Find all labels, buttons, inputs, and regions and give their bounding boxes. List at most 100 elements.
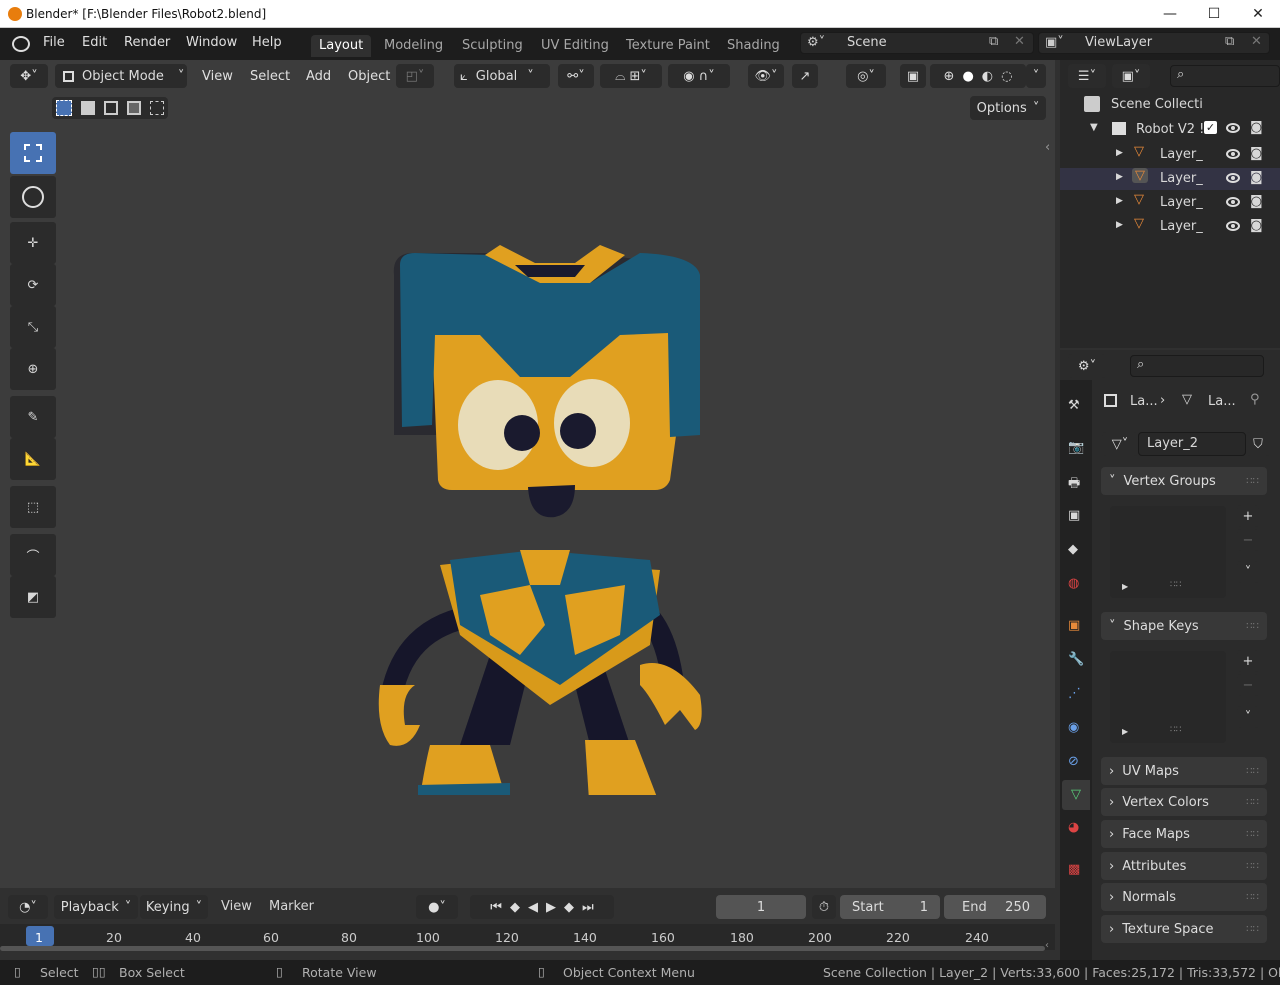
- material-shading-icon[interactable]: ◐: [982, 69, 993, 84]
- snapping-icon[interactable]: ⌓ ⊞˅: [600, 64, 662, 88]
- menu-render[interactable]: Render: [124, 35, 170, 50]
- menu-edit[interactable]: Edit: [82, 35, 107, 50]
- remove-scene-icon[interactable]: ✕: [1014, 34, 1025, 49]
- collection-label[interactable]: Robot V2 !: [1136, 122, 1204, 137]
- tab-layout[interactable]: Layout: [311, 35, 372, 57]
- tab-uv-editing[interactable]: UV Editing: [533, 35, 617, 57]
- jump-end-icon[interactable]: ⏭: [582, 900, 594, 915]
- new-viewlayer-icon[interactable]: ⧉: [1225, 34, 1234, 49]
- solid-shading-icon[interactable]: ●: [962, 69, 973, 84]
- world-tab-icon[interactable]: ◍: [1068, 576, 1079, 591]
- orientation-dropdown[interactable]: ⟀ Global ˅: [454, 64, 550, 88]
- menu-help[interactable]: Help: [252, 35, 282, 50]
- render-camera-icon[interactable]: ◙: [1250, 194, 1263, 209]
- bend-tool-icon[interactable]: ⌒: [10, 534, 56, 576]
- outliner-item[interactable]: ▶ ▽ Layer_ ◙: [1060, 216, 1280, 238]
- 3d-viewport[interactable]: ✥˅ Object Mode ˅ View Select Add Object …: [0, 60, 1055, 888]
- playback-dropdown[interactable]: Playback ˅: [54, 895, 138, 919]
- menu-select[interactable]: Select: [250, 64, 290, 88]
- tab-shading[interactable]: Shading: [719, 35, 788, 57]
- visibility-eye-icon[interactable]: [1226, 149, 1240, 159]
- drag-handle-icon[interactable]: ∷∷: [1246, 924, 1259, 935]
- modifier-tab-icon[interactable]: 🔧: [1068, 652, 1084, 667]
- maximize-button[interactable]: ☐: [1192, 0, 1236, 28]
- timeline-menu-view[interactable]: View: [221, 899, 252, 914]
- timeline-menu-marker[interactable]: Marker: [269, 899, 314, 914]
- menu-object[interactable]: Object: [348, 64, 390, 88]
- render-camera-icon[interactable]: ◙: [1250, 170, 1263, 185]
- visibility-icon[interactable]: 👁˅: [748, 64, 784, 88]
- shape-key-specials-icon[interactable]: ˅: [1237, 706, 1259, 728]
- visibility-eye-icon[interactable]: [1226, 197, 1240, 207]
- section-face-maps[interactable]: › Face Maps ∷∷: [1101, 820, 1267, 848]
- stopwatch-icon[interactable]: ⏱: [812, 895, 836, 919]
- view-layer-tab-icon[interactable]: ▣: [1068, 508, 1080, 523]
- select-new-icon[interactable]: [56, 100, 73, 116]
- new-scene-icon[interactable]: ⧉: [989, 34, 998, 49]
- breadcrumb-object[interactable]: La...: [1130, 394, 1158, 409]
- expand-arrow-icon[interactable]: ▶: [1116, 148, 1123, 158]
- expand-arrow-icon[interactable]: ▶: [1116, 196, 1123, 206]
- vertex-group-specials-icon[interactable]: ˅: [1237, 561, 1259, 583]
- minimize-button[interactable]: —: [1148, 0, 1192, 28]
- remove-shape-key-button[interactable]: −: [1237, 674, 1259, 696]
- outliner-search-input[interactable]: ⌕: [1170, 65, 1280, 87]
- sidebar-toggle-icon[interactable]: ‹: [1045, 140, 1050, 155]
- mesh-browse-icon[interactable]: ▽˅: [1102, 432, 1138, 456]
- mesh-data-tab-icon[interactable]: ▽: [1062, 780, 1090, 810]
- select-box-tool-icon[interactable]: [10, 132, 56, 174]
- drag-handle-icon[interactable]: ∷∷: [1246, 829, 1259, 840]
- tab-texture-paint[interactable]: Texture Paint: [618, 35, 718, 57]
- end-frame-field[interactable]: End 250: [944, 895, 1046, 919]
- select-extend-icon[interactable]: [81, 101, 96, 115]
- options-dropdown[interactable]: Options ˅: [970, 96, 1046, 120]
- shading-modes[interactable]: ⊕ ● ◐ ◌: [930, 64, 1026, 88]
- pivot-point-icon[interactable]: ⚯˅: [558, 64, 594, 88]
- jump-keyframe-forward-icon[interactable]: ◆: [564, 900, 574, 915]
- timeline-editor[interactable]: ◔˅ Playback ˅ Keying ˅ View Marker ●˅ ⏮ …: [0, 888, 1055, 960]
- properties-search-input[interactable]: ⌕: [1130, 355, 1264, 377]
- physics-tab-icon[interactable]: ◉: [1068, 720, 1079, 735]
- proportional-editing-icon[interactable]: ◉ ∩˅: [668, 64, 730, 88]
- outliner-filter-icon[interactable]: ▣˅: [1112, 64, 1150, 88]
- robot-model[interactable]: [370, 185, 710, 795]
- annotate-tool-icon[interactable]: ✎: [10, 396, 56, 438]
- pin-icon[interactable]: ⚲: [1250, 392, 1260, 407]
- outliner-display-mode-icon[interactable]: ☰˅: [1068, 64, 1106, 88]
- expand-arrow-icon[interactable]: ▶: [1122, 582, 1128, 591]
- shear-tool-icon[interactable]: ◩: [10, 576, 56, 618]
- menu-view[interactable]: View: [202, 64, 233, 88]
- drag-handle-icon[interactable]: ∷∷: [1246, 766, 1259, 777]
- section-shape-keys[interactable]: ˅ Shape Keys ∷∷: [1101, 612, 1267, 640]
- object-tab-icon[interactable]: ▣: [1068, 618, 1080, 633]
- add-vertex-group-button[interactable]: +: [1237, 505, 1259, 527]
- tab-modeling[interactable]: Modeling: [376, 35, 451, 57]
- start-frame-field[interactable]: Start 1: [840, 895, 940, 919]
- mode-dropdown[interactable]: Object Mode ˅: [55, 64, 187, 88]
- overlays-icon[interactable]: ◎˅: [846, 64, 886, 88]
- select-invert-icon[interactable]: [126, 101, 141, 115]
- measure-tool-icon[interactable]: 📐: [10, 438, 56, 480]
- section-vertex-colors[interactable]: › Vertex Colors ∷∷: [1101, 788, 1267, 816]
- drag-handle-icon[interactable]: ∷∷: [1246, 892, 1259, 903]
- outliner-panel[interactable]: ☰˅ ▣˅ ⌕ Scene Collecti ▼ Robot V2 ! ✓ ◙ …: [1060, 60, 1280, 348]
- resize-handle-icon[interactable]: ∷∷: [1170, 725, 1181, 735]
- outliner-item[interactable]: ▶ ▽ Layer_ ◙: [1060, 144, 1280, 166]
- timeline-editor-type-icon[interactable]: ◔˅: [8, 895, 48, 919]
- menu-file[interactable]: File: [43, 35, 65, 50]
- visibility-eye-icon[interactable]: [1226, 221, 1240, 231]
- gizmo-icon[interactable]: ↗: [792, 64, 818, 88]
- render-camera-icon[interactable]: ◙: [1250, 218, 1263, 233]
- collection-checkbox[interactable]: ✓: [1204, 121, 1217, 134]
- move-tool-icon[interactable]: ✛: [10, 222, 56, 264]
- rotate-tool-icon[interactable]: ⟳: [10, 264, 56, 306]
- output-tab-icon[interactable]: 🖶: [1068, 474, 1080, 496]
- section-vertex-groups[interactable]: ˅ Vertex Groups ∷∷: [1101, 467, 1267, 495]
- jump-keyframe-back-icon[interactable]: ◆: [510, 900, 520, 915]
- drag-handle-icon[interactable]: ∷∷: [1246, 476, 1259, 487]
- select-intersect-icon[interactable]: [149, 101, 164, 115]
- drag-handle-icon[interactable]: ∷∷: [1246, 797, 1259, 808]
- texture-tab-icon[interactable]: ▩: [1068, 862, 1080, 877]
- add-cube-tool-icon[interactable]: ⬚: [10, 486, 56, 528]
- mesh-name-field[interactable]: Layer_2: [1138, 432, 1246, 456]
